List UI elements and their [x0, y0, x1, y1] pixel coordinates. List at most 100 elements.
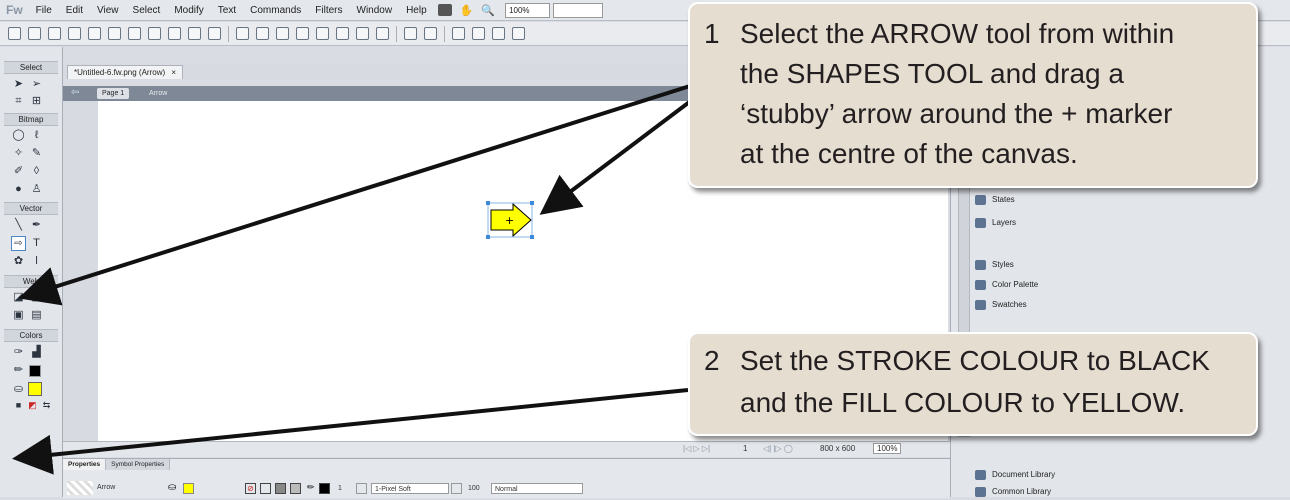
- join-icon[interactable]: [276, 27, 289, 40]
- menu-file[interactable]: File: [29, 5, 59, 16]
- brush-tool-icon[interactable]: ✎: [30, 147, 43, 160]
- print-icon[interactable]: [108, 27, 121, 40]
- pointer-tool-icon[interactable]: ➤: [12, 78, 25, 91]
- paint-bucket-tool-icon[interactable]: ▟: [30, 346, 43, 359]
- page-breadcrumb[interactable]: Page 1: [97, 88, 130, 99]
- export-icon[interactable]: [88, 27, 101, 40]
- undo-icon[interactable]: [128, 27, 141, 40]
- new-icon[interactable]: [8, 27, 21, 40]
- group-icon[interactable]: [236, 27, 249, 40]
- split-icon[interactable]: [296, 27, 309, 40]
- selection-handle[interactable]: [486, 201, 490, 205]
- canvas-size[interactable]: 800 x 600: [820, 444, 855, 453]
- menu-window[interactable]: Window: [350, 5, 400, 16]
- opacity-value[interactable]: 100: [465, 483, 489, 494]
- blur-tool-icon[interactable]: ●: [12, 183, 25, 196]
- bring-forward-icon[interactable]: [336, 27, 349, 40]
- import-icon[interactable]: [68, 27, 81, 40]
- panel-item-color-palette[interactable]: Color Palette: [975, 277, 1038, 293]
- tab-properties[interactable]: Properties: [63, 459, 107, 470]
- panel-item-states[interactable]: States: [975, 192, 1015, 208]
- panel-item-layers[interactable]: Layers: [975, 215, 1016, 231]
- tab-symbol-properties[interactable]: Symbol Properties: [106, 459, 171, 470]
- zoom-dropdown[interactable]: [553, 2, 604, 18]
- line-tool-icon[interactable]: ╲: [12, 219, 25, 232]
- menu-help[interactable]: Help: [399, 5, 434, 16]
- menu-text[interactable]: Text: [211, 5, 243, 16]
- magic-wand-tool-icon[interactable]: ✧: [12, 147, 25, 160]
- fill-color-box[interactable]: [183, 483, 194, 494]
- text-tool-icon[interactable]: T: [30, 237, 43, 250]
- save-icon[interactable]: [28, 27, 41, 40]
- stroke-width-dropdown[interactable]: [356, 483, 367, 494]
- knife-tool-icon[interactable]: ǀ: [30, 255, 43, 268]
- hand-icon[interactable]: ✋: [460, 4, 474, 17]
- panel-item-common-library[interactable]: Common Library: [975, 484, 1051, 500]
- rotate-ccw-icon[interactable]: [452, 27, 465, 40]
- panel-item-styles[interactable]: Styles: [975, 257, 1014, 273]
- close-icon[interactable]: ×: [171, 68, 176, 77]
- panel-item-swatches[interactable]: Swatches: [975, 297, 1027, 313]
- bring-to-front-icon[interactable]: [316, 27, 329, 40]
- yellow-arrow-shape[interactable]: +: [483, 200, 543, 240]
- freeform-tool-icon[interactable]: ✿: [12, 255, 25, 268]
- selection-handle[interactable]: [530, 201, 534, 205]
- panel-item-document-library[interactable]: Document Library: [975, 467, 1055, 483]
- flip-horizontal-icon[interactable]: [492, 27, 505, 40]
- pattern-fill-icon[interactable]: [290, 483, 301, 494]
- paste-icon[interactable]: [208, 27, 221, 40]
- swap-colors-icon[interactable]: ⇆: [40, 399, 53, 412]
- blend-mode-select[interactable]: Normal: [491, 483, 583, 494]
- slice-tool-icon[interactable]: ◩: [30, 291, 43, 304]
- pen-tool-icon[interactable]: ✒: [30, 219, 43, 232]
- no-color-icon[interactable]: ◩: [26, 399, 39, 412]
- stroke-options-icon[interactable]: [451, 483, 462, 494]
- ungroup-icon[interactable]: [256, 27, 269, 40]
- cut-icon[interactable]: [168, 27, 181, 40]
- send-to-back-icon[interactable]: [376, 27, 389, 40]
- redo-icon[interactable]: [148, 27, 161, 40]
- rubber-stamp-tool-icon[interactable]: ♙: [30, 183, 43, 196]
- rotate-cw-icon[interactable]: [472, 27, 485, 40]
- hide-slices-icon[interactable]: ▣: [12, 309, 25, 322]
- status-zoom[interactable]: 100%: [873, 443, 902, 454]
- gradient-fill-icon[interactable]: [275, 483, 286, 494]
- menu-modify[interactable]: Modify: [167, 5, 210, 16]
- selection-handle[interactable]: [486, 235, 490, 239]
- zoom-icon[interactable]: 🔍: [481, 4, 495, 17]
- stroke-type-select[interactable]: 1-Pixel Soft: [371, 483, 449, 494]
- back-arrow-icon[interactable]: ⇦: [71, 87, 79, 98]
- hotspot-tool-icon[interactable]: ◪: [12, 291, 25, 304]
- selection-handle[interactable]: [530, 235, 534, 239]
- stroke-color-box[interactable]: [319, 483, 330, 494]
- scale-tool-icon[interactable]: ⌗: [12, 95, 25, 108]
- menu-filters[interactable]: Filters: [308, 5, 349, 16]
- align-icon[interactable]: [404, 27, 417, 40]
- zoom-level-field[interactable]: 100%: [505, 2, 551, 18]
- show-slices-icon[interactable]: ▤: [30, 309, 43, 322]
- crop-tool-icon[interactable]: ⊞: [30, 95, 43, 108]
- subselect-tool-icon[interactable]: ➢: [30, 78, 43, 91]
- default-colors-icon[interactable]: ■: [12, 399, 25, 412]
- frame-nav-icon[interactable]: ◁| |▷ ◯: [763, 444, 793, 453]
- bridge-icon[interactable]: [437, 4, 452, 16]
- document-tab[interactable]: *Untitled-6.fw.png (Arrow) ×: [67, 65, 184, 79]
- open-icon[interactable]: [48, 27, 61, 40]
- menu-edit[interactable]: Edit: [59, 5, 90, 16]
- marquee-tool-icon[interactable]: ◯: [12, 129, 25, 142]
- lasso-tool-icon[interactable]: ℓ: [30, 129, 43, 142]
- send-backward-icon[interactable]: [356, 27, 369, 40]
- menu-select[interactable]: Select: [126, 5, 168, 16]
- pencil-tool-icon[interactable]: ✐: [12, 165, 25, 178]
- menu-commands[interactable]: Commands: [243, 5, 308, 16]
- copy-icon[interactable]: [188, 27, 201, 40]
- object-name[interactable]: Arrow: [97, 484, 115, 491]
- flip-vertical-icon[interactable]: [512, 27, 525, 40]
- distribute-icon[interactable]: [424, 27, 437, 40]
- no-fill-icon[interactable]: ⊘: [245, 483, 256, 494]
- playback-controls-icon[interactable]: |◁ ▷ ▷|: [683, 444, 710, 453]
- menu-view[interactable]: View: [90, 5, 126, 16]
- solid-fill-icon[interactable]: [260, 483, 271, 494]
- object-breadcrumb[interactable]: Arrow: [149, 88, 167, 99]
- fill-color-swatch[interactable]: [28, 382, 42, 396]
